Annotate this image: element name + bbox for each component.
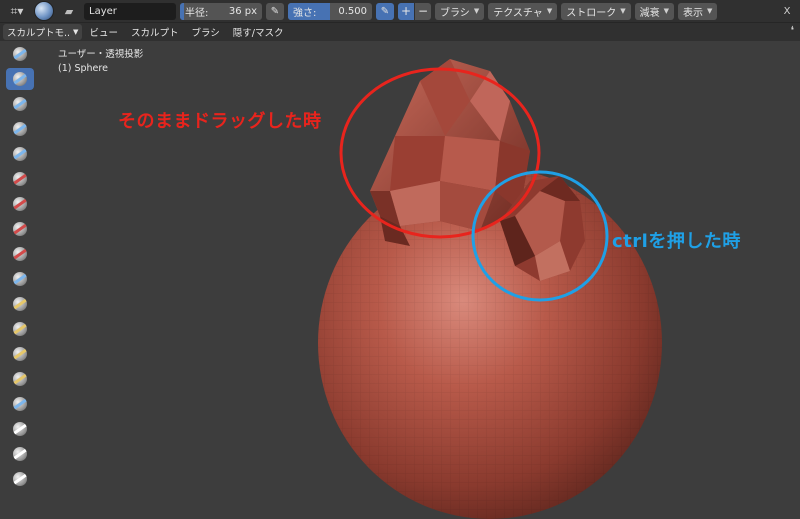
inflate-brush-icon: [13, 197, 27, 211]
tool-shelf: [6, 43, 36, 490]
inflate-brush-tool-button[interactable]: [6, 193, 34, 215]
grab-brush-tool-button[interactable]: [6, 418, 34, 440]
scrape-brush-tool-button[interactable]: [6, 343, 34, 365]
fill-brush-tool-button[interactable]: [6, 318, 34, 340]
clay-thumb-brush-tool-button[interactable]: [6, 143, 34, 165]
strength-value: 0.500: [338, 5, 367, 17]
direction-toggle: + −: [398, 2, 431, 20]
falloff-dropdown-label: 減衰: [639, 7, 660, 19]
stroke-dropdown[interactable]: ストローク ▼: [561, 2, 631, 20]
strength-pressure-icon[interactable]: ✎: [376, 2, 394, 20]
menu-view[interactable]: ビュー: [83, 24, 124, 40]
texture-dropdown-label: テクスチャ: [493, 7, 543, 19]
snake-hook-brush-icon: [13, 472, 27, 486]
chevron-down-icon: ▼: [706, 7, 713, 15]
smooth-brush-tool-button[interactable]: [6, 268, 34, 290]
clay-thumb-brush-icon: [13, 147, 27, 161]
crease-brush-tool-button[interactable]: [6, 243, 34, 265]
crease-brush-icon: [13, 247, 27, 261]
draw-sharp-brush-tool-button[interactable]: [6, 68, 34, 90]
nav-gizmo-icon[interactable]: ❛: [790, 24, 794, 37]
layer-brush-icon: [13, 172, 27, 186]
brush-name-field[interactable]: Layer: [84, 2, 176, 20]
fill-brush-icon: [13, 322, 27, 336]
chevron-down-icon: ▼: [546, 7, 553, 15]
elastic-deform-brush-icon: [13, 447, 27, 461]
chevron-down-icon: ▼: [473, 7, 480, 15]
subtract-direction-button[interactable]: −: [415, 2, 431, 20]
elastic-deform-brush-tool-button[interactable]: [6, 443, 34, 465]
blob-brush-tool-button[interactable]: [6, 218, 34, 240]
strength-label: 強さ:: [293, 7, 317, 19]
chevron-down-icon: ▼: [620, 7, 626, 15]
menu-hide-mask[interactable]: 隠す/マスク: [227, 24, 290, 40]
header-toolbar: ⌗▾ ▰ Layer 半径: 36 px ✎ 強さ: 0.500 ✎ + − ブ…: [0, 0, 800, 23]
strength-slider[interactable]: 強さ: 0.500: [288, 2, 372, 20]
mode-label: スカルプトモ..: [7, 28, 71, 39]
display-dropdown[interactable]: 表示 ▼: [677, 2, 718, 20]
editor-type-icon[interactable]: ⌗▾: [4, 2, 30, 20]
snake-hook-brush-tool-button[interactable]: [6, 468, 34, 490]
display-dropdown-label: 表示: [682, 7, 703, 19]
texture-dropdown[interactable]: テクスチャ ▼: [488, 2, 558, 20]
viewport-3d[interactable]: ユーザー・透視投影 (1) Sphere そのままドラッグした時 ctrlを押し…: [0, 41, 800, 519]
blob-brush-icon: [13, 222, 27, 236]
object-label: (1) Sphere: [58, 63, 108, 74]
flatten-brush-tool-button[interactable]: [6, 293, 34, 315]
pinch-brush-icon: [13, 397, 27, 411]
scrape-brush-icon: [13, 347, 27, 361]
clay-strips-brush-tool-button[interactable]: [6, 118, 34, 140]
radius-label: 半径:: [185, 7, 209, 19]
stroke-dropdown-label: ストローク: [566, 7, 617, 19]
brush-preview-icon[interactable]: [34, 1, 54, 21]
clay-brush-tool-button[interactable]: [6, 93, 34, 115]
radius-value: 36 px: [228, 5, 257, 17]
add-direction-button[interactable]: +: [398, 2, 414, 20]
chevron-down-icon: ▼: [663, 7, 669, 15]
flatten-brush-icon: [13, 297, 27, 311]
pinch-brush-tool-button[interactable]: [6, 393, 34, 415]
multiplane-scrape-brush-icon: [13, 372, 27, 386]
draw-brush-icon: [13, 47, 27, 61]
brush-browse-icon[interactable]: ▰: [58, 2, 80, 20]
menu-bar: スカルプトモ.. ▼ ビュー スカルプト ブラシ 隠す/マスク ❛: [0, 23, 800, 41]
mode-selector[interactable]: スカルプトモ.. ▼: [3, 24, 83, 40]
clay-brush-icon: [13, 97, 27, 111]
layer-brush-tool-button[interactable]: [6, 168, 34, 190]
smooth-brush-icon: [13, 272, 27, 286]
brush-dropdown[interactable]: ブラシ ▼: [435, 2, 485, 20]
multiplane-scrape-brush-tool-button[interactable]: [6, 368, 34, 390]
radius-pressure-icon[interactable]: ✎: [266, 2, 284, 20]
radius-slider[interactable]: 半径: 36 px: [180, 2, 262, 20]
clay-strips-brush-icon: [13, 122, 27, 136]
menu-sculpt[interactable]: スカルプト: [125, 24, 185, 40]
symmetry-x-button[interactable]: X: [778, 3, 796, 20]
draw-brush-tool-button[interactable]: [6, 43, 34, 65]
grab-brush-icon: [13, 422, 27, 436]
menu-brush[interactable]: ブラシ: [185, 24, 225, 40]
drag-annotation: そのままドラッグした時: [118, 111, 322, 132]
brush-dropdown-label: ブラシ: [440, 7, 470, 19]
draw-sharp-brush-icon: [13, 72, 27, 86]
view-label: ユーザー・透視投影: [58, 49, 144, 60]
ctrl-annotation: ctrlを押した時: [612, 231, 741, 252]
falloff-dropdown[interactable]: 減衰 ▼: [634, 2, 674, 20]
chevron-down-icon: ▼: [73, 28, 79, 36]
